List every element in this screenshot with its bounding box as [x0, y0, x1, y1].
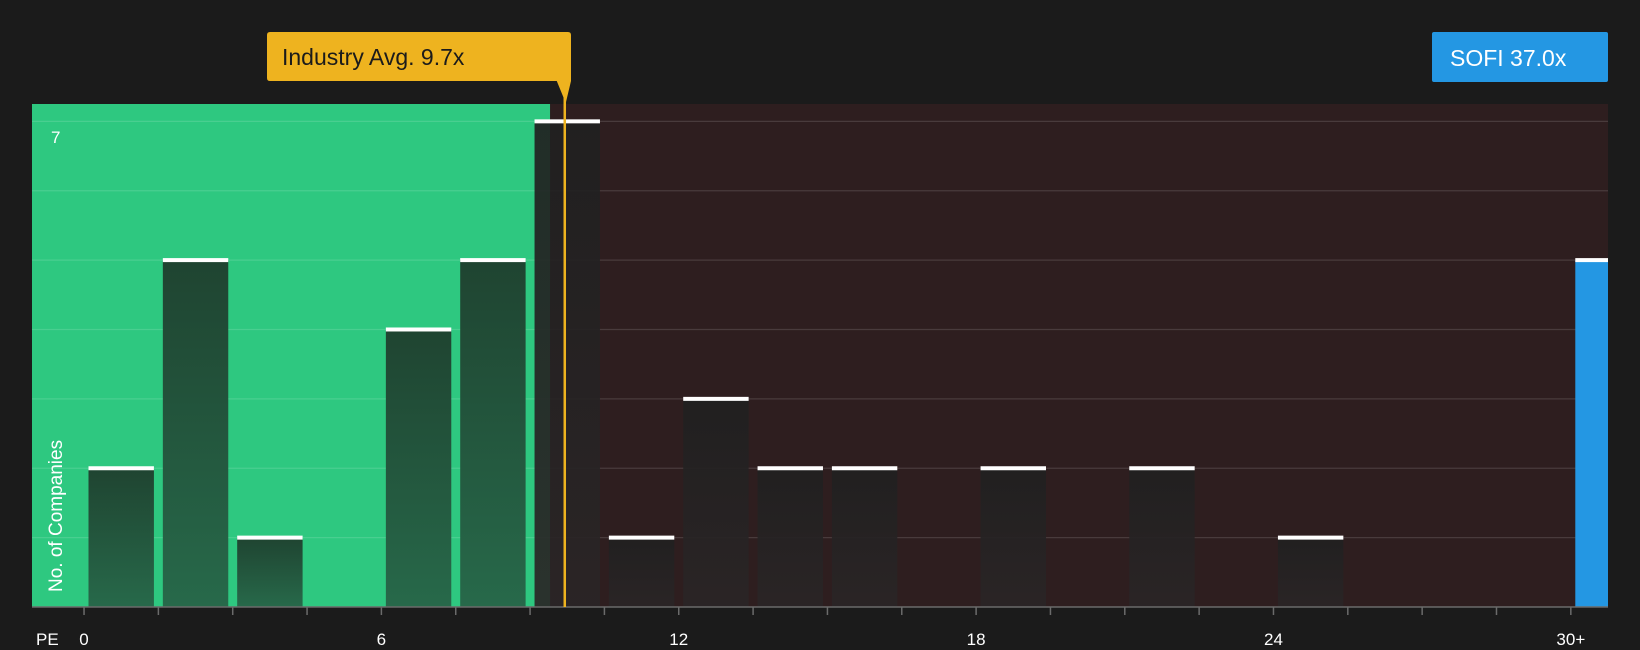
y-tick-label: 7 [51, 128, 60, 147]
bar-top-marker [1277, 535, 1344, 540]
pe-distribution-chart: Industry Avg. 9.7x SOFI 37.0x 0 6 12 18 24 30+… [0, 0, 1640, 650]
histogram-bar [162, 260, 229, 607]
histogram-bar [460, 260, 526, 607]
histogram-bar [237, 537, 303, 607]
subject-bar [1575, 260, 1608, 607]
histogram-bar [385, 329, 452, 607]
bar-top-marker [608, 535, 675, 540]
bar-top-marker [162, 258, 229, 263]
histogram-bar [608, 537, 675, 607]
x-tick-label: 30+ [1556, 630, 1585, 649]
bar-top-marker [460, 258, 526, 263]
histogram-bar [1277, 537, 1344, 607]
bar-top-marker [534, 119, 600, 124]
bar-top-marker [1129, 466, 1195, 471]
subject-bar-top-marker [1575, 258, 1608, 263]
histogram-bar [980, 468, 1046, 607]
x-tick-label: 18 [967, 630, 986, 649]
x-tick-label: 24 [1264, 630, 1283, 649]
subject-label: SOFI 37.0x [1450, 45, 1567, 71]
bar-top-marker [88, 466, 154, 471]
bar-top-marker [237, 535, 303, 540]
histogram-bar [534, 121, 600, 608]
industry-average-label: Industry Avg. 9.7x [282, 44, 465, 70]
histogram-bar [683, 398, 749, 607]
bar-top-marker [757, 466, 823, 471]
histogram-bar [1129, 468, 1195, 607]
bar-top-marker [980, 466, 1046, 471]
x-tick-label: 0 [79, 630, 88, 649]
x-tick-label: 12 [669, 630, 688, 649]
histogram-bar [88, 468, 154, 607]
x-tick-label: 6 [377, 630, 386, 649]
histogram-bar [757, 468, 823, 607]
bar-top-marker [683, 396, 749, 401]
y-axis-label: No. of Companies [46, 440, 67, 592]
x-axis-label: PE [36, 630, 59, 649]
histogram-bar [831, 468, 898, 607]
bar-top-marker [385, 327, 452, 332]
bar-top-marker [831, 466, 898, 471]
